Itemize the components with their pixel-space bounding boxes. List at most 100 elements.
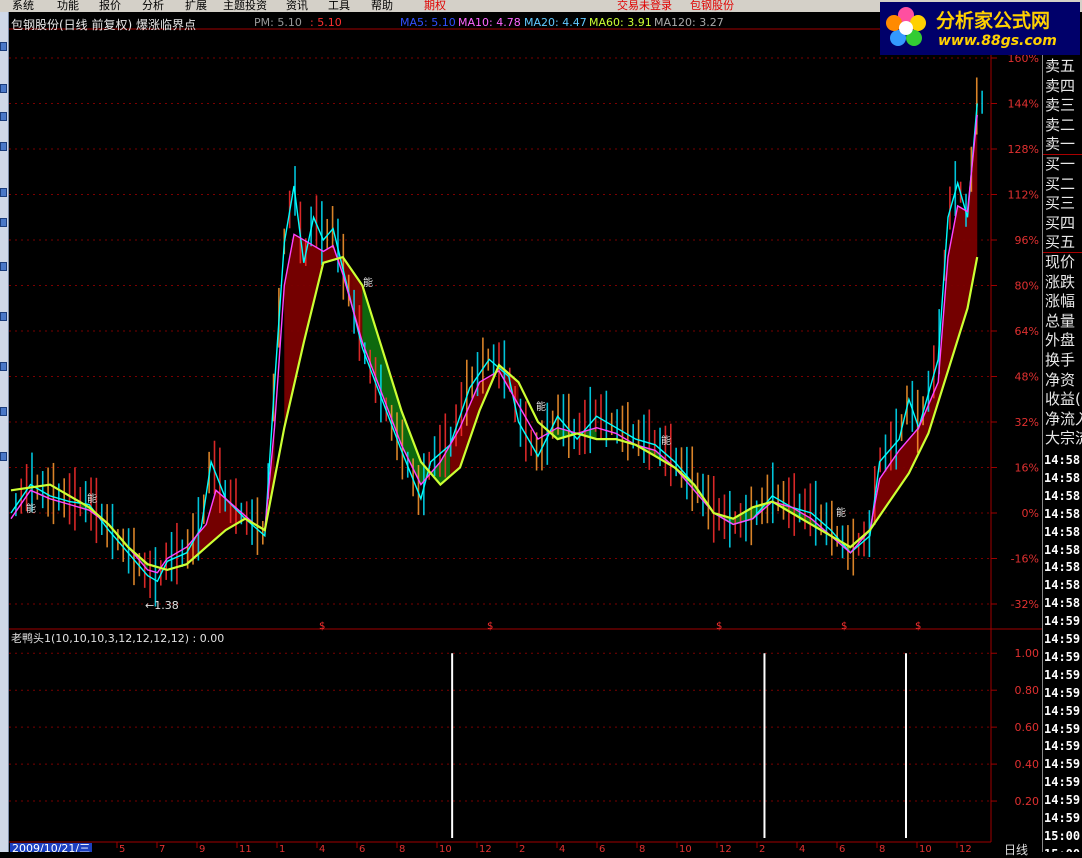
sub-grid	[9, 652, 991, 802]
trade-time: 14:58	[1044, 453, 1081, 467]
energy-mark: 能	[536, 400, 546, 413]
energy-mark: 能	[363, 276, 373, 289]
fill-bands	[79, 114, 978, 570]
toolbar-report-icon[interactable]	[0, 262, 7, 271]
ma60-value: MA60: 3.91	[589, 16, 652, 29]
quote-panel: 卖五卖四卖三卖二卖一买一买二买三买四买五现价涨跌涨幅总量外盘换手净资收益(净流入…	[1042, 55, 1082, 852]
x-month-label: 6	[359, 844, 365, 852]
trade-time: 15:00	[1044, 828, 1081, 843]
logo-url: www.88gs.com	[938, 33, 1057, 49]
sub-y-tick-label: 1.00	[1015, 647, 1040, 660]
x-month-label: 4	[799, 844, 805, 852]
x-month-label: 1	[279, 844, 285, 852]
quote-field-label: 买三	[1045, 194, 1076, 213]
dollar-mark: $	[487, 621, 493, 632]
trade-time: 14:59	[1044, 793, 1081, 808]
login-status[interactable]: 交易未登录	[617, 0, 672, 12]
main-grid	[9, 57, 991, 605]
x-month-label: 10	[439, 844, 452, 852]
toolbar-settings-icon[interactable]	[0, 362, 7, 371]
menu-analysis[interactable]: 分析	[142, 0, 164, 12]
left-toolbar	[0, 12, 9, 852]
menu-news[interactable]: 资讯	[286, 0, 308, 12]
toolbar-draw-icon[interactable]	[0, 407, 7, 416]
indicator-bars	[451, 653, 907, 838]
ma20-value: MA20: 4.47	[524, 16, 587, 29]
quote-field-label: 收益(	[1045, 390, 1081, 409]
x-month-label: 5	[119, 844, 125, 852]
energy-mark: 能	[661, 434, 671, 447]
trade-time: 14:58	[1044, 578, 1081, 593]
trade-time: 14:58	[1044, 560, 1081, 575]
trade-time: 14:59	[1044, 667, 1081, 682]
toolbar-zoom-icon[interactable]	[0, 452, 7, 461]
dollar-mark: $	[915, 621, 921, 632]
quote-field-label: 卖一	[1045, 135, 1076, 154]
x-axis: 5 7 9 11 1 4 6 8 10 12 2 4 6 8 10 12 2 4 6 8 10 12	[116, 842, 972, 852]
quote-field-label: 买二	[1045, 174, 1076, 193]
toolbar-info-icon[interactable]	[0, 188, 7, 197]
quote-field-label: 卖二	[1045, 115, 1076, 134]
menu-quote[interactable]: 报价	[99, 0, 121, 12]
sub-y-axis: 1.00 0.80 0.60 0.40 0.20	[991, 647, 1039, 808]
menu-theme-invest[interactable]: 主题投资	[223, 0, 267, 12]
toolbar-news-icon[interactable]	[0, 312, 7, 321]
x-month-label: 7	[159, 844, 165, 852]
y-tick-label: 16%	[1015, 462, 1039, 475]
trade-time: 14:59	[1044, 685, 1081, 700]
menu-function[interactable]: 功能	[57, 0, 79, 12]
start-date-label: 2009/10/21/三	[10, 843, 92, 852]
dollar-mark: $	[841, 621, 847, 632]
ma120-value: MA120: 3.27	[654, 16, 724, 29]
toolbar-grid-icon[interactable]	[0, 142, 7, 151]
trade-time: 14:59	[1044, 721, 1081, 736]
fill-band	[450, 365, 519, 477]
dollar-mark: $	[716, 621, 722, 632]
trade-time: 14:58	[1044, 506, 1081, 521]
sub-y-tick-label: 0.20	[1015, 795, 1040, 808]
x-month-label: 12	[479, 844, 492, 852]
y-tick-label: 48%	[1015, 371, 1039, 384]
period-label[interactable]: 日线	[1004, 841, 1028, 858]
y-tick-label: 144%	[1008, 98, 1039, 111]
quote-field-label: 买五	[1045, 233, 1076, 252]
quote-field-label: 卖三	[1045, 96, 1076, 115]
toolbar-chart-icon[interactable]	[0, 84, 7, 93]
indicator-label: 老鸭头1(10,10,10,3,12,12,12,12) : 0.00	[11, 632, 224, 645]
quote-field-label: 大宗流	[1045, 429, 1082, 448]
x-month-label: 4	[559, 844, 565, 852]
menu-extend[interactable]: 扩展	[185, 0, 207, 12]
toolbar-arrow-icon[interactable]	[0, 42, 7, 51]
quote-field-label: 现价	[1045, 253, 1076, 271]
trade-time: 14:59	[1044, 614, 1081, 629]
x-month-label: 11	[239, 844, 252, 852]
toolbar-list-icon[interactable]	[0, 112, 7, 121]
menu-options[interactable]: 期权	[424, 0, 446, 12]
menu-help[interactable]: 帮助	[371, 0, 393, 12]
y-tick-label: 80%	[1015, 280, 1039, 293]
pm-value: : 5.10	[310, 16, 342, 29]
chart-title: 包钢股份(日线 前复权) 爆涨临界点	[11, 18, 196, 32]
quote-field-label: 卖四	[1045, 76, 1076, 95]
x-month-label: 9	[199, 844, 205, 852]
y-tick-label: 96%	[1015, 234, 1039, 247]
quote-field-label: 买四	[1045, 213, 1076, 232]
quote-field-label: 卖五	[1045, 57, 1076, 75]
energy-mark: 能	[836, 506, 846, 519]
x-month-label: 4	[319, 844, 325, 852]
trade-time: 15:00	[1044, 846, 1080, 852]
y-tick-label: 112%	[1008, 189, 1039, 202]
quote-field-label: 买一	[1045, 155, 1076, 173]
stock-link[interactable]: 包钢股份	[690, 0, 734, 12]
ma-series	[10, 77, 983, 607]
quote-field-label: 总量	[1045, 311, 1076, 330]
y-tick-label: 128%	[1008, 143, 1039, 156]
stock-chart[interactable]: 160%144%128%112%96%80%64%48%32%16%0%-16%…	[9, 12, 1042, 852]
trade-time: 14:59	[1044, 632, 1081, 646]
toolbar-table-icon[interactable]	[0, 218, 7, 227]
trade-time: 14:58	[1044, 470, 1081, 485]
x-month-label: 2	[519, 844, 525, 852]
menu-system[interactable]: 系统	[12, 0, 34, 12]
menu-tools[interactable]: 工具	[328, 0, 350, 12]
trade-time: 14:59	[1044, 775, 1081, 790]
